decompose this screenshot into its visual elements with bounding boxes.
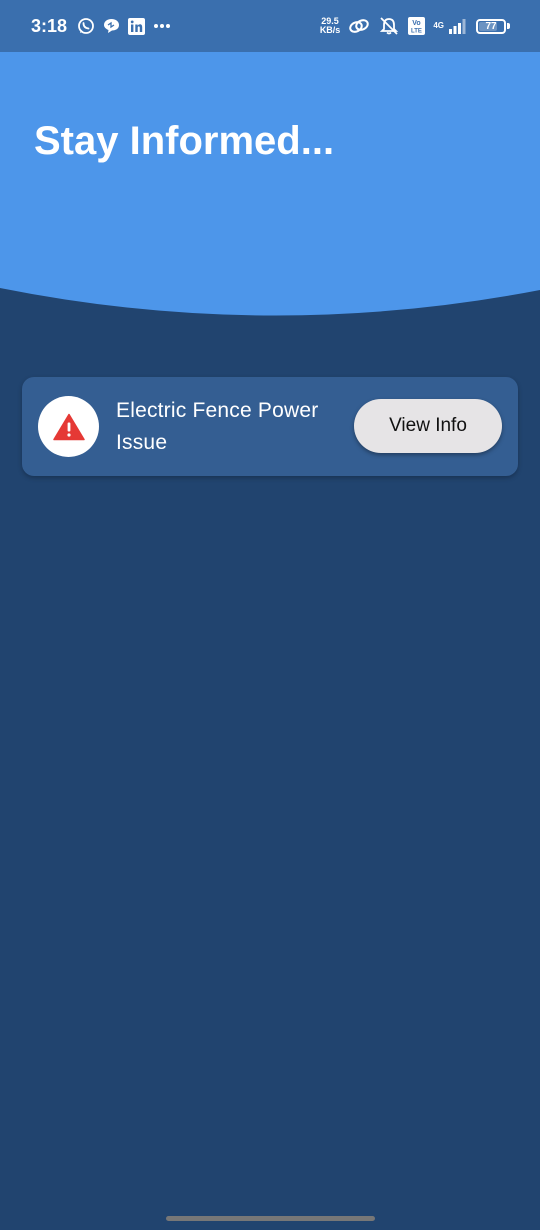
network-speed: 29.5 KB/s: [320, 17, 341, 35]
battery-body: 77: [476, 18, 506, 34]
mute-bell-icon: [378, 17, 400, 35]
network-type: 4G: [433, 22, 444, 30]
status-bar-right: 29.5 KB/s Vo LTE 4G 77: [320, 17, 510, 35]
more-dots-icon: [153, 23, 171, 29]
network-type-label: 4G: [433, 21, 444, 30]
alert-title: Electric Fence Power Issue: [116, 399, 319, 454]
home-indicator[interactable]: [166, 1216, 375, 1221]
alert-card: Electric Fence Power Issue View Info: [22, 377, 518, 476]
link-icon: [348, 18, 370, 34]
warning-triangle-icon: [52, 413, 85, 440]
battery-icon: 77: [476, 18, 510, 34]
header-wave: [0, 52, 540, 316]
view-info-button[interactable]: View Info: [354, 399, 502, 453]
page-title: Stay Informed...: [34, 119, 335, 163]
network-speed-unit: KB/s: [319, 25, 341, 35]
header-background: [0, 52, 540, 316]
volte-icon: Vo LTE: [408, 17, 426, 35]
status-bar-left: 3:18: [31, 16, 179, 37]
status-bar: 3:18 29.5 KB/s Vo LTE 4G 77: [0, 0, 540, 52]
battery-tip: [507, 23, 510, 29]
battery-level: 77: [485, 20, 497, 32]
status-time: 3:18: [31, 15, 68, 36]
alert-icon-container: [38, 396, 99, 457]
linkedin-icon: [128, 17, 146, 35]
whatsapp-icon: [77, 17, 95, 35]
volte-top-text: Vo: [413, 20, 421, 27]
volte-bottom-text: LTE: [411, 29, 422, 35]
chat-bubble-icon: [103, 18, 120, 34]
signal-icon: [448, 18, 468, 34]
